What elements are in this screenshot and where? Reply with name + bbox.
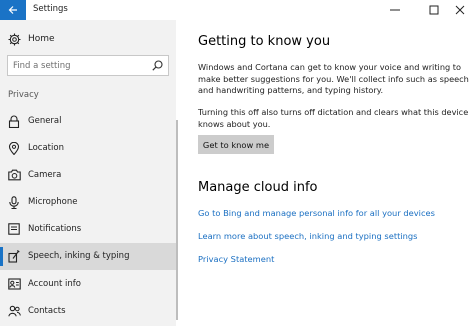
scrollbar[interactable] <box>176 120 178 320</box>
sidebar-item-account-info[interactable]: Account info <box>0 271 176 298</box>
sidebar-item-label: Home <box>28 34 55 44</box>
back-button[interactable] <box>0 0 26 20</box>
learn-more-link[interactable]: Learn more about speech, inking and typi… <box>198 231 418 241</box>
sidebar-item-label: Account info <box>28 279 81 289</box>
sidebar-item-camera[interactable]: Camera <box>0 162 176 189</box>
sidebar-item-microphone[interactable]: Microphone <box>0 189 176 216</box>
account-icon <box>8 278 21 290</box>
sidebar-item-label: Contacts <box>28 306 66 316</box>
privacy-statement-link[interactable]: Privacy Statement <box>198 254 274 264</box>
sidebar-item-label: Location <box>28 143 64 153</box>
title-bar: Settings <box>0 0 474 20</box>
sidebar-item-label: Microphone <box>28 197 78 207</box>
sidebar-item-contacts[interactable]: Contacts <box>0 298 176 325</box>
microphone-icon <box>9 196 19 209</box>
contacts-icon <box>8 305 21 317</box>
sidebar-item-notifications[interactable]: Notifications <box>0 216 176 243</box>
search-icon[interactable] <box>152 60 163 71</box>
sidebar-item-label: Speech, inking & typing <box>28 251 130 261</box>
sidebar-item-location[interactable]: Location <box>0 135 176 162</box>
maximize-icon <box>429 5 438 15</box>
gear-icon <box>8 33 21 46</box>
search-input[interactable] <box>13 59 143 73</box>
sidebar-item-label: General <box>28 116 62 126</box>
selection-indicator <box>0 247 3 266</box>
camera-icon <box>8 169 21 181</box>
location-icon <box>8 142 20 155</box>
lock-icon <box>8 115 20 128</box>
bing-manage-link[interactable]: Go to Bing and manage personal info for … <box>198 208 435 218</box>
search-box[interactable] <box>7 55 169 76</box>
pen-icon <box>8 250 20 263</box>
warning-text: Turning this off also turns off dictatio… <box>198 107 469 129</box>
maximize-button[interactable] <box>419 0 448 20</box>
page-title: Getting to know you <box>198 34 331 49</box>
sidebar-item-speech-inking-typing[interactable]: Speech, inking & typing <box>0 243 176 270</box>
section-label: Privacy <box>8 90 39 100</box>
section-heading: Manage cloud info <box>198 180 318 195</box>
sidebar-item-label: Camera <box>28 170 62 180</box>
sidebar: Home Privacy General Location Camera <box>0 20 176 326</box>
back-arrow-icon <box>8 6 17 14</box>
close-button[interactable] <box>445 0 474 20</box>
notifications-icon <box>8 223 20 235</box>
sidebar-item-general[interactable]: General <box>0 108 176 135</box>
get-to-know-me-button[interactable]: Get to know me <box>198 135 274 154</box>
sidebar-item-home[interactable]: Home <box>0 30 176 50</box>
minimize-icon <box>389 9 400 11</box>
window-title: Settings <box>33 4 68 14</box>
sidebar-item-label: Notifications <box>28 224 82 234</box>
close-icon <box>455 5 464 15</box>
description-text: Windows and Cortana can get to know your… <box>198 62 469 95</box>
minimize-button[interactable] <box>380 0 409 20</box>
